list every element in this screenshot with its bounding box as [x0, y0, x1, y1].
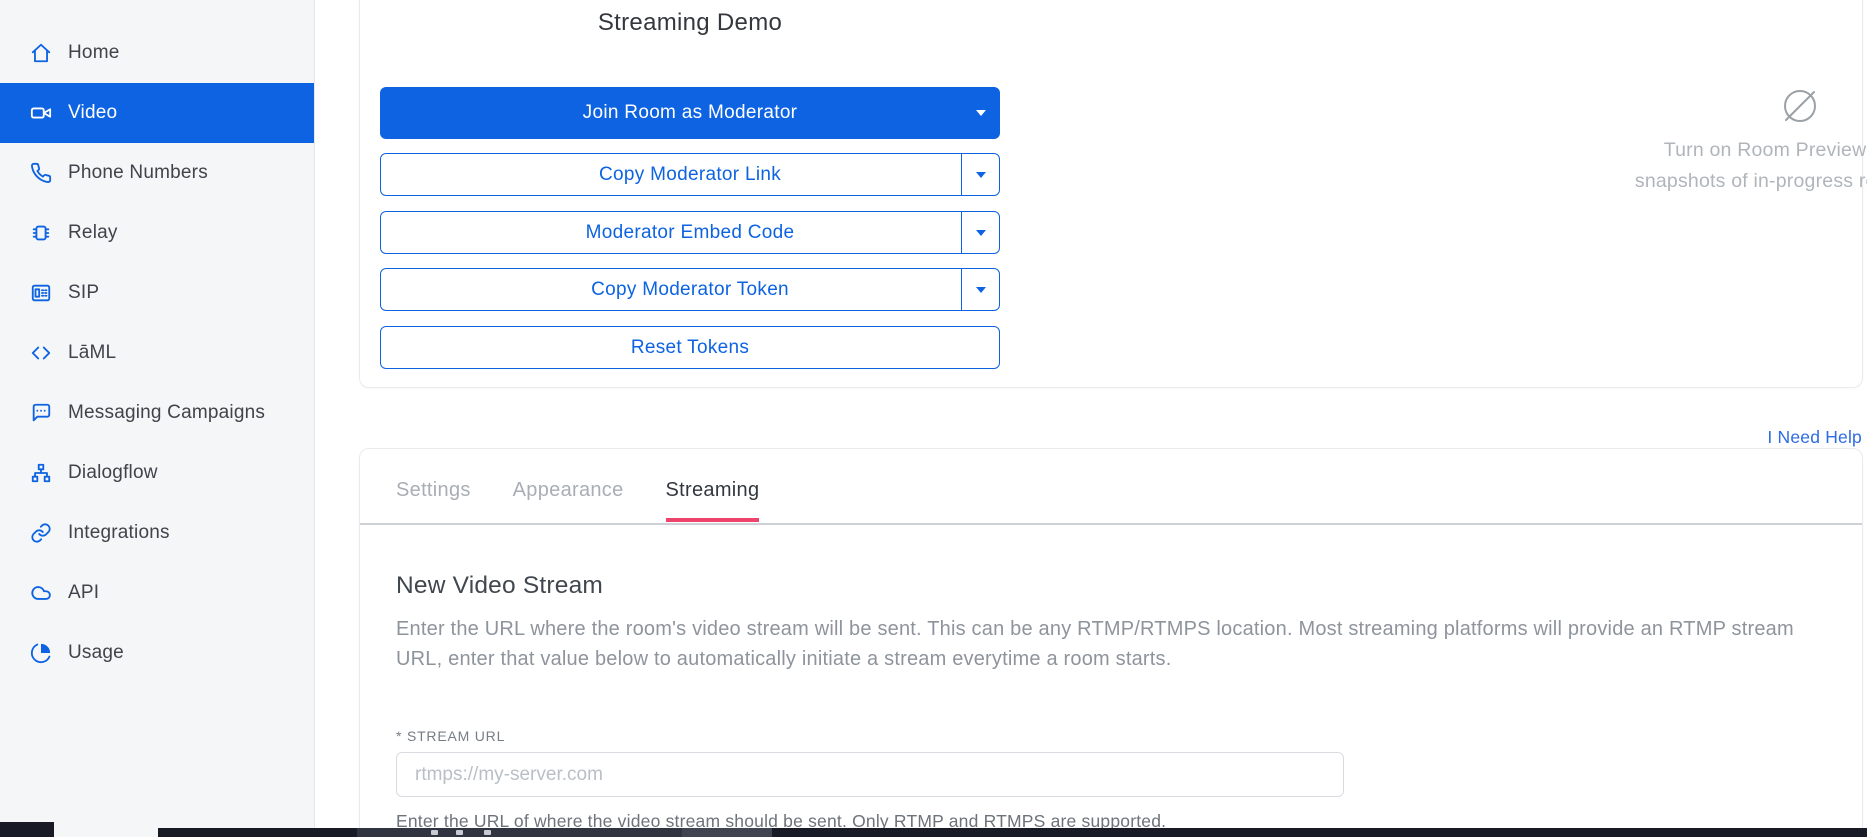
- button-label: Reset Tokens: [631, 337, 749, 359]
- i-need-help-link[interactable]: I Need Help: [1767, 427, 1862, 448]
- sidebar-item-api[interactable]: API: [0, 563, 314, 623]
- sidebar-item-label: Usage: [68, 642, 124, 664]
- chevron-down-icon: [976, 110, 986, 116]
- chip-icon: [30, 222, 52, 244]
- sidebar: Home Video Phone Numbers Relay: [0, 0, 315, 837]
- copy-moderator-token-button[interactable]: Copy Moderator Token: [380, 268, 1000, 311]
- sidebar-item-integrations[interactable]: Integrations: [0, 503, 314, 563]
- room-preview-placeholder: Turn on Room Previews to see snapshots o…: [1370, 82, 1867, 197]
- home-icon: [30, 42, 52, 64]
- chevron-down-icon: [976, 230, 986, 236]
- preview-note-line2: snapshots of in-progress rooms here.: [1370, 166, 1867, 197]
- pie-chart-icon: [30, 642, 52, 664]
- taskbar-icon: [484, 830, 491, 835]
- cloud-icon: [30, 582, 52, 604]
- button-label: Copy Moderator Token: [591, 279, 789, 301]
- sidebar-item-relay[interactable]: Relay: [0, 203, 314, 263]
- sidebar-item-label: Video: [68, 102, 117, 124]
- sidebar-item-label: API: [68, 582, 99, 604]
- new-video-stream-description: Enter the URL where the room's video str…: [396, 614, 1816, 674]
- sidebar-item-label: Relay: [68, 222, 118, 244]
- flow-tree-icon: [30, 462, 52, 484]
- copy-moderator-link-dropdown-toggle[interactable]: [961, 154, 999, 195]
- tab-appearance[interactable]: Appearance: [513, 479, 624, 522]
- preview-note-line1: Turn on Room Previews to see: [1370, 135, 1867, 166]
- sidebar-item-messaging-campaigns[interactable]: Messaging Campaigns: [0, 383, 314, 443]
- sidebar-item-label: SIP: [68, 282, 99, 304]
- sidebar-item-phone-numbers[interactable]: Phone Numbers: [0, 143, 314, 203]
- chevron-down-icon: [976, 172, 986, 178]
- room-actions-card: Streaming Demo Join Room as Moderator Co…: [359, 0, 1863, 388]
- room-settings-card: Settings Appearance Streaming New Video …: [359, 448, 1863, 837]
- link-icon: [30, 522, 52, 544]
- room-settings-tabs: Settings Appearance Streaming: [396, 479, 801, 522]
- new-video-stream-heading: New Video Stream: [396, 572, 603, 600]
- taskbar-icon: [456, 830, 463, 835]
- join-room-as-moderator-button[interactable]: Join Room as Moderator: [380, 87, 1000, 139]
- taskbar-segment: [357, 828, 772, 837]
- sidebar-item-label: Phone Numbers: [68, 162, 208, 184]
- taskbar-corner: [0, 822, 54, 837]
- copy-moderator-token-dropdown-toggle[interactable]: [961, 269, 999, 310]
- sidebar-item-laml[interactable]: LāML: [0, 323, 314, 383]
- sidebar-item-sip[interactable]: SIP: [0, 263, 314, 323]
- slashed-circle-icon: [1776, 82, 1824, 130]
- sidebar-item-label: Dialogflow: [68, 462, 158, 484]
- sidebar-item-label: LāML: [68, 342, 116, 364]
- button-label: Moderator Embed Code: [586, 222, 795, 244]
- sidebar-item-usage[interactable]: Usage: [0, 623, 314, 683]
- taskbar-block: [682, 828, 772, 837]
- tab-settings[interactable]: Settings: [396, 479, 471, 522]
- button-label: Copy Moderator Link: [599, 164, 781, 186]
- stream-url-input[interactable]: [396, 752, 1344, 797]
- tabs-divider: [360, 523, 1862, 525]
- sidebar-nav: Home Video Phone Numbers Relay: [0, 23, 314, 683]
- tab-streaming[interactable]: Streaming: [666, 479, 760, 522]
- stream-url-label: * STREAM URL: [396, 728, 505, 744]
- moderator-embed-code-dropdown-toggle[interactable]: [961, 212, 999, 253]
- app-window: Home Video Phone Numbers Relay: [0, 0, 1867, 837]
- moderator-embed-code-button[interactable]: Moderator Embed Code: [380, 211, 1000, 254]
- chat-bubble-icon: [30, 402, 52, 424]
- video-camera-icon: [30, 102, 52, 124]
- sidebar-item-dialogflow[interactable]: Dialogflow: [0, 443, 314, 503]
- sidebar-item-home[interactable]: Home: [0, 23, 314, 83]
- desk-phone-icon: [30, 282, 52, 304]
- phone-icon: [30, 162, 52, 184]
- join-room-dropdown-toggle[interactable]: [962, 87, 1000, 139]
- room-title: Streaming Demo: [380, 9, 1000, 37]
- sidebar-item-video[interactable]: Video: [0, 83, 314, 143]
- taskbar-icon: [431, 830, 438, 835]
- copy-moderator-link-button[interactable]: Copy Moderator Link: [380, 153, 1000, 196]
- code-icon: [30, 342, 52, 364]
- chevron-down-icon: [976, 287, 986, 293]
- sidebar-item-label: Home: [68, 42, 119, 64]
- sidebar-item-label: Integrations: [68, 522, 170, 544]
- reset-tokens-button[interactable]: Reset Tokens: [380, 326, 1000, 369]
- sidebar-item-label: Messaging Campaigns: [68, 402, 265, 424]
- button-label: Join Room as Moderator: [583, 102, 798, 124]
